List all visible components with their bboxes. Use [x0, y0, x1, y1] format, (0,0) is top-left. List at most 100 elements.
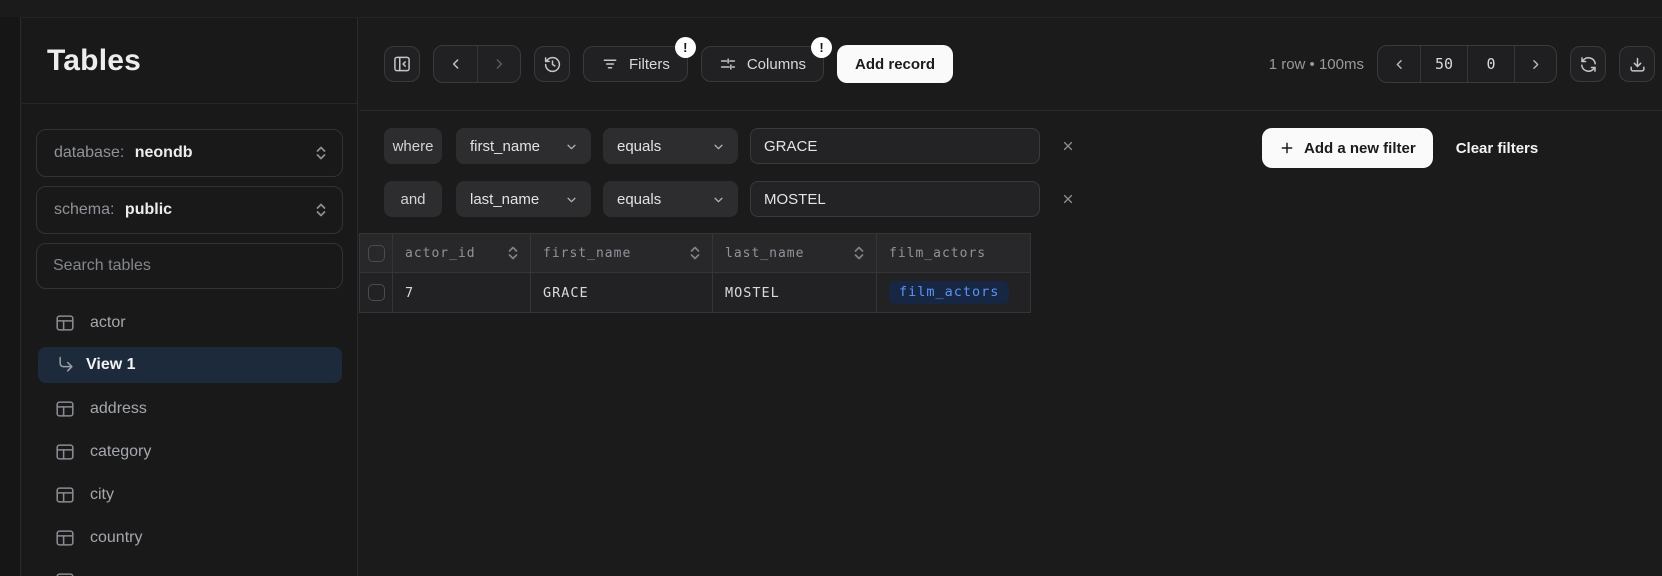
film-actors-link[interactable]: film_actors — [889, 281, 1009, 304]
sidebar-item-label: address — [90, 400, 147, 418]
next-page-button[interactable] — [1514, 46, 1556, 82]
database-select-label: database: — [54, 144, 129, 162]
filters-alert-badge: ! — [675, 37, 696, 58]
filter-row-2: and last_name equals — [384, 181, 1662, 217]
filter-actions: Add a new filter Clear filters — [1262, 128, 1538, 168]
close-icon — [1061, 192, 1075, 206]
cell-film-actors: film_actors — [877, 273, 1031, 313]
chevron-down-icon — [564, 192, 579, 207]
main-content: Filters ! Columns ! Add record 1 row • 1… — [359, 17, 1662, 576]
history-nav-group — [433, 45, 521, 83]
page-offset-value[interactable]: 0 — [1467, 46, 1514, 82]
sidebar-item-label: city — [90, 486, 114, 504]
cell-last-name: MOSTEL — [713, 273, 877, 313]
filter-value-input[interactable] — [750, 181, 1040, 217]
table-row: 7 GRACE MOSTEL film_actors — [360, 273, 1031, 313]
filter-lines-icon — [601, 55, 619, 73]
download-button[interactable] — [1619, 46, 1655, 82]
add-filter-button[interactable]: Add a new filter — [1262, 128, 1433, 168]
back-button[interactable] — [434, 46, 477, 82]
filter-conjunction: and — [384, 181, 442, 217]
result-summary: 1 row • 100ms — [1269, 56, 1364, 73]
plus-icon — [1279, 140, 1295, 156]
chevron-updown-icon — [314, 145, 328, 161]
column-header-label: film_actors — [889, 246, 986, 261]
search-tables-input[interactable] — [36, 243, 343, 289]
filters-button[interactable]: Filters ! — [583, 46, 688, 82]
pagination-group: 50 0 — [1377, 45, 1557, 83]
clear-filters-button[interactable]: Clear filters — [1456, 140, 1539, 157]
filters-panel: where first_name equals — [359, 111, 1662, 233]
toggle-sidebar-button[interactable] — [384, 46, 420, 82]
filter-operator-value: equals — [617, 138, 661, 155]
chevron-down-icon — [711, 139, 726, 154]
columns-button-label: Columns — [747, 56, 806, 73]
columns-button[interactable]: Columns ! — [701, 46, 824, 82]
sidebar-item-address[interactable]: address — [22, 387, 357, 430]
sort-icon[interactable] — [852, 245, 866, 261]
column-header-film-actors[interactable]: film_actors — [877, 233, 1031, 273]
column-header-first-name[interactable]: first_name — [531, 233, 713, 273]
history-icon — [543, 55, 562, 74]
prev-page-button[interactable] — [1378, 46, 1420, 82]
table-icon — [54, 441, 76, 463]
sidebar: Tables database: neondb schema: public a… — [22, 17, 358, 576]
data-grid: actor_id first_name last_name film_actor… — [359, 233, 1031, 313]
row-select-cell — [360, 273, 393, 313]
toolbar: Filters ! Columns ! Add record 1 row • 1… — [359, 18, 1662, 111]
sidebar-item-partial[interactable] — [22, 559, 357, 576]
forward-button[interactable] — [477, 46, 520, 82]
sidebar-item-actor[interactable]: actor — [22, 301, 357, 344]
remove-filter-button[interactable] — [1056, 134, 1080, 158]
cell-first-name: GRACE — [531, 273, 713, 313]
columns-alert-badge: ! — [811, 37, 832, 58]
filter-operator-select[interactable]: equals — [603, 128, 738, 164]
history-button[interactable] — [534, 46, 570, 82]
remove-filter-button[interactable] — [1056, 187, 1080, 211]
filter-field-select[interactable]: last_name — [456, 181, 591, 217]
sidebar-item-country[interactable]: country — [22, 516, 357, 559]
column-header-label: actor_id — [405, 246, 476, 261]
cell-actor-id: 7 — [393, 273, 531, 313]
sidebar-item-view-1[interactable]: View 1 — [38, 347, 342, 383]
chevron-right-icon — [1528, 57, 1543, 72]
table-icon — [54, 484, 76, 506]
column-header-last-name[interactable]: last_name — [713, 233, 877, 273]
sort-icon[interactable] — [506, 245, 520, 261]
filter-operator-select[interactable]: equals — [603, 181, 738, 217]
chevron-left-icon — [1392, 57, 1407, 72]
page-size-value[interactable]: 50 — [1420, 46, 1467, 82]
sidebar-item-label: country — [90, 529, 142, 547]
chevron-down-icon — [564, 139, 579, 154]
tables-list: actor View 1 address category city count… — [22, 301, 357, 576]
chevron-updown-icon — [314, 202, 328, 218]
sidebar-controls: database: neondb schema: public — [22, 104, 357, 289]
sliders-icon — [719, 55, 737, 73]
sort-icon[interactable] — [688, 245, 702, 261]
chevron-right-icon — [491, 56, 507, 72]
page-title: Tables — [47, 44, 141, 78]
chevron-left-icon — [448, 56, 464, 72]
filter-field-value: first_name — [470, 138, 540, 155]
filter-operator-value: equals — [617, 191, 661, 208]
filter-field-select[interactable]: first_name — [456, 128, 591, 164]
select-all-checkbox[interactable] — [368, 245, 385, 262]
add-record-button[interactable]: Add record — [837, 45, 953, 83]
download-icon — [1628, 55, 1647, 74]
refresh-icon — [1579, 55, 1598, 74]
database-select[interactable]: database: neondb — [36, 129, 343, 177]
sidebar-header: Tables — [22, 18, 357, 104]
sidebar-item-label: actor — [90, 314, 126, 332]
chevron-down-icon — [711, 192, 726, 207]
refresh-button[interactable] — [1570, 46, 1606, 82]
row-checkbox[interactable] — [368, 284, 385, 301]
filter-value-input[interactable] — [750, 128, 1040, 164]
sidebar-item-city[interactable]: city — [22, 473, 357, 516]
sidebar-item-category[interactable]: category — [22, 430, 357, 473]
table-icon — [54, 570, 76, 576]
column-header-actor-id[interactable]: actor_id — [393, 233, 531, 273]
schema-select[interactable]: schema: public — [36, 186, 343, 234]
filters-button-label: Filters — [629, 56, 670, 73]
left-rail — [0, 17, 21, 576]
database-select-value: neondb — [135, 144, 193, 162]
